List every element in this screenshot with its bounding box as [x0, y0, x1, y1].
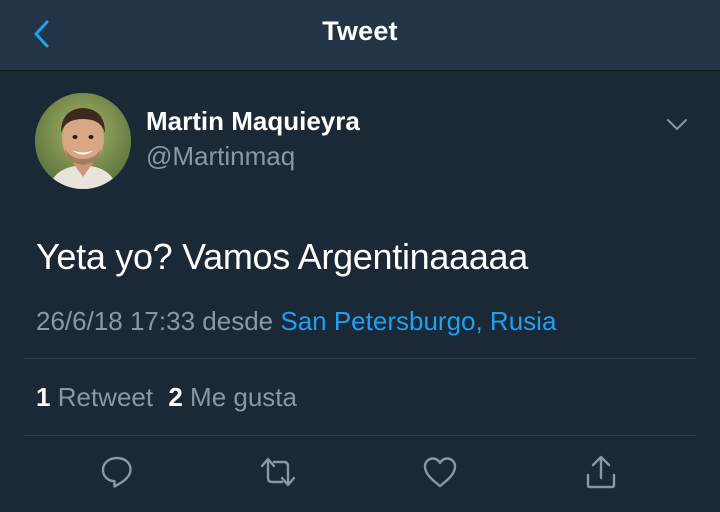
- retweet-button[interactable]: [258, 452, 298, 492]
- likes-count: 2: [168, 382, 183, 412]
- navigation-bar: Tweet: [0, 0, 720, 71]
- via-label: desde: [202, 306, 274, 336]
- share-icon: [586, 455, 616, 489]
- tweet-stats: 1 Retweet 2 Me gusta: [36, 382, 297, 413]
- page-title: Tweet: [322, 16, 398, 46]
- divider: [24, 358, 696, 359]
- retweets-count: 1: [36, 382, 51, 412]
- chevron-down-icon: [667, 119, 687, 130]
- location-link[interactable]: San Petersburgo, Rusia: [280, 306, 556, 336]
- like-icon: [423, 457, 457, 488]
- likes-label: Me gusta: [190, 382, 297, 412]
- retweet-icon: [260, 457, 296, 487]
- tweet-text: Yeta yo? Vamos Argentinaaaaa: [36, 236, 528, 277]
- tweet-meta: 26/6/18 17:33 desde San Petersburgo, Rus…: [36, 306, 556, 337]
- retweets-stat[interactable]: 1 Retweet: [36, 382, 153, 412]
- more-options-button[interactable]: [664, 112, 690, 138]
- tweet-timestamp: 26/6/18 17:33: [36, 306, 196, 336]
- like-button[interactable]: [420, 452, 460, 492]
- author-name[interactable]: Martin Maquieyra: [146, 106, 360, 137]
- reply-icon: [101, 456, 132, 488]
- author-handle: @Martinmaq: [146, 141, 296, 171]
- avatar[interactable]: [35, 93, 131, 189]
- reply-button[interactable]: [97, 452, 137, 492]
- divider: [24, 435, 696, 436]
- retweets-label: Retweet: [57, 382, 154, 412]
- profile-photo: [35, 93, 131, 189]
- likes-stat[interactable]: 2 Me gusta: [168, 382, 297, 412]
- share-button[interactable]: [581, 452, 621, 492]
